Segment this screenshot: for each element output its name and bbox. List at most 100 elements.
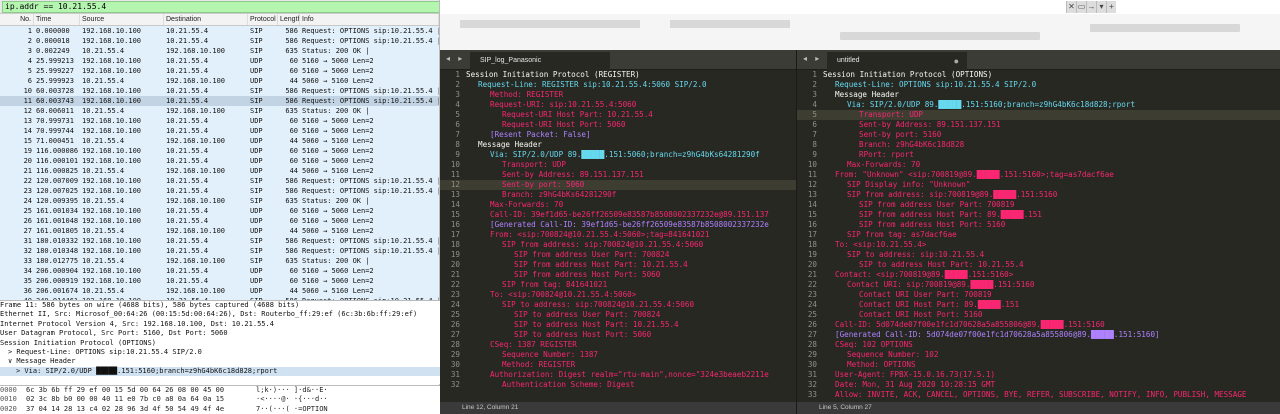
packet-cell: UDP — [250, 57, 263, 65]
packet-row[interactable]: 33 180.012775 10.21.55.4 192.168.10.100 SIP 6… — [0, 256, 439, 266]
detail-tree-item[interactable]: Frame 11: 586 bytes on wire (4688 bits),… — [0, 301, 440, 310]
tab-sip-log[interactable]: SIP_log_Panasonic — [470, 52, 610, 70]
tab-nav-arrows[interactable]: ◂ ▸ — [446, 54, 465, 64]
packet-row[interactable]: 21 116.000825 10.21.55.4 192.168.10.100 UDP 4… — [0, 166, 439, 176]
packet-row[interactable]: 20 116.000101 192.168.10.100 10.21.55.4 UDP 6… — [0, 156, 439, 166]
code-area[interactable]: 1 Session Initiation Protocol (OPTIONS) 2 R… — [797, 70, 1280, 402]
detail-tree-item[interactable]: User Datagram Protocol, Src Port: 5160, … — [0, 329, 440, 338]
line-number: 7 — [455, 130, 460, 139]
detail-tree-item[interactable]: Ethernet II, Src: Microsof_00:64:26 (00:… — [0, 310, 440, 319]
packet-cell: 10.21.55.4 — [166, 217, 209, 225]
line-text: SIP from address Host Part: 10.21.55.4 — [514, 260, 688, 269]
line-number: 16 — [807, 220, 817, 229]
filter-button-icon[interactable]: → — [1086, 1, 1096, 13]
packet-row[interactable]: 36 206.001674 10.21.55.4 192.168.10.100 UDP 4… — [0, 286, 439, 296]
packet-row[interactable]: 5 25.999227 192.168.10.100 10.21.55.4 UDP 60 5… — [0, 66, 439, 76]
line-text: From: <sip:700824@10.21.55.4:5060>;tag=8… — [490, 230, 710, 239]
packet-cell: 5160 → 5060 Len=2 — [302, 147, 374, 155]
detail-tree-item[interactable]: Session Initiation Protocol (OPTIONS) — [0, 339, 440, 348]
hex-row[interactable]: 0000 6c 3b 6b ff 29 ef 00 15 5d 00 64 26 … — [0, 386, 440, 395]
packet-row[interactable]: 15 71.000451 10.21.55.4 192.168.10.100 UDP 44… — [0, 136, 439, 146]
column-header[interactable]: Source — [80, 14, 164, 25]
detail-tree-item[interactable]: Internet Protocol Version 4, Src: 192.16… — [0, 320, 440, 329]
column-header[interactable]: Protocol — [248, 14, 278, 25]
packet-row[interactable]: 11 60.003743 192.168.10.100 10.21.55.4 SIP 58… — [0, 96, 439, 106]
hex-offset: 0020 — [0, 404, 17, 413]
code-area[interactable]: 1 Session Initiation Protocol (REGISTER) 2… — [440, 70, 796, 402]
filter-button-icon[interactable]: + — [1106, 1, 1116, 13]
packet-row[interactable]: 27 161.001805 10.21.55.4 192.168.10.100 UDP 4… — [0, 226, 439, 236]
line-text: SIP from tag: as7dacf6ae — [847, 230, 957, 239]
packet-row[interactable]: 6 25.999923 10.21.55.4 192.168.10.100 UDP 44 5… — [0, 76, 439, 86]
packet-row[interactable]: 26 161.001048 192.168.10.100 10.21.55.4 UDP 6… — [0, 216, 439, 226]
packet-cell: 44 — [289, 137, 298, 145]
packet-row[interactable]: 22 120.007009 192.168.10.100 10.21.55.4 SIP 5… — [0, 176, 439, 186]
column-header[interactable]: Length — [278, 14, 300, 25]
packet-row[interactable]: 35 206.000919 192.168.10.100 10.21.55.4 UDP 6… — [0, 276, 439, 286]
packet-row[interactable]: 14 70.999744 192.168.10.100 10.21.55.4 UDP 60… — [0, 126, 439, 136]
detail-tree-item[interactable]: > Via: SIP/2.0/UDP █████.151:5160;branch… — [0, 366, 440, 377]
code-line: 33 Allow: INVITE, ACK, CANCEL, OPTIONS, B… — [797, 390, 1280, 400]
packet-cell: SIP — [250, 247, 263, 255]
packet-row[interactable]: 4 25.999213 192.168.10.100 10.21.55.4 UDP 60 5… — [0, 56, 439, 66]
column-header[interactable]: Destination — [164, 14, 248, 25]
line-text: Request-Line: OPTIONS sip:10.21.55.4 SIP… — [835, 80, 1037, 89]
packet-cell: 10.21.55.4 — [82, 77, 125, 85]
editor-pane-right: ◂ ▸ untitled ● 1 Session Initiation Protoc… — [796, 50, 1280, 414]
column-header[interactable]: No. — [0, 14, 34, 25]
line-text: Request-URI Host Part: 10.21.55.4 — [502, 110, 653, 119]
display-filter-input[interactable]: ip.addr == 10.21.55.4 — [2, 1, 439, 13]
packet-bytes-pane[interactable]: 0000 6c 3b 6b ff 29 ef 00 15 5d 00 64 26 … — [0, 385, 440, 414]
line-number: 10 — [807, 160, 817, 169]
column-header[interactable]: Time — [34, 14, 80, 25]
packet-cell: 192.168.10.100 — [82, 207, 142, 215]
packet-row[interactable]: 12 60.006011 10.21.55.4 192.168.10.100 SIP 63… — [0, 106, 439, 116]
packet-cell: UDP — [250, 217, 263, 225]
packet-cell: 192.168.10.100 — [82, 157, 142, 165]
filter-button-icon[interactable]: ▾ — [1096, 1, 1106, 13]
line-text: CSeq: 1387 REGISTER — [490, 340, 577, 349]
filter-button-icon[interactable]: ▭ — [1076, 1, 1086, 13]
packet-cell: 10.21.55.4 — [166, 117, 209, 125]
code-line: 19 SIP from address User Part: 700824 — [440, 250, 796, 260]
packet-list[interactable]: 1 0.000000 192.168.10.100 10.21.55.4 SIP 586 R… — [0, 26, 439, 300]
packet-row[interactable]: 10 60.003728 192.168.10.100 10.21.55.4 SIP 58… — [0, 86, 439, 96]
packet-row[interactable]: 25 161.001034 192.168.10.100 10.21.55.4 UDP 6… — [0, 206, 439, 216]
packet-cell: UDP — [250, 167, 263, 175]
packet-cell: UDP — [250, 117, 263, 125]
code-line: 25 Contact URI Host Port: 5160 — [797, 310, 1280, 320]
unsaved-dot-icon[interactable]: ● — [954, 52, 959, 70]
line-text: [Generated Call-ID: 39ef1d65-be26ff26509… — [490, 220, 769, 229]
status-bar: Line 5, Column 27 — [797, 402, 1280, 414]
tab-bar: ◂ ▸ untitled ● — [797, 50, 1280, 70]
packet-row[interactable]: 23 120.007025 192.168.10.100 10.21.55.4 SIP 5… — [0, 186, 439, 196]
filter-button-icon[interactable]: ✕ — [1066, 1, 1076, 13]
packet-row[interactable]: 31 180.010332 192.168.10.100 10.21.55.4 SIP 5… — [0, 236, 439, 246]
line-text: Sent-by Address: 89.151.137.151 — [859, 120, 1001, 129]
hex-row[interactable]: 0020 37 04 14 28 13 c4 02 28 96 3d 4f 50 … — [0, 405, 440, 414]
column-header[interactable]: Info — [300, 14, 439, 25]
code-line: 18 SIP from address: sip:700824@10.21.55.… — [440, 240, 796, 250]
packet-row[interactable]: 19 116.000086 192.168.10.100 10.21.55.4 UDP 6… — [0, 146, 439, 156]
packet-row[interactable]: 3 0.002249 10.21.55.4 192.168.10.100 SIP 635 S… — [0, 46, 439, 56]
packet-row[interactable]: 32 180.010348 192.168.10.100 10.21.55.4 SIP 5… — [0, 246, 439, 256]
hex-row[interactable]: 0010 02 3c 8b b0 00 00 40 11 e0 7b c0 a8 … — [0, 395, 440, 404]
packet-details-pane[interactable]: Frame 11: 586 bytes on wire (4688 bits),… — [0, 300, 440, 384]
packet-row[interactable]: 2 0.000018 192.168.10.100 10.21.55.4 SIP 586 R… — [0, 36, 439, 46]
tab-nav-arrows[interactable]: ◂ ▸ — [803, 54, 822, 64]
packet-row[interactable]: 24 120.009395 10.21.55.4 192.168.10.100 SIP 6… — [0, 196, 439, 206]
packet-cell: UDP — [250, 277, 263, 285]
packet-row[interactable]: 34 206.000904 192.168.10.100 10.21.55.4 UDP 6… — [0, 266, 439, 276]
packet-row[interactable]: 1 0.000000 192.168.10.100 10.21.55.4 SIP 586 R… — [0, 26, 439, 36]
detail-tree-item[interactable]: > Request-Line: OPTIONS sip:10.21.55.4 S… — [0, 348, 440, 357]
packet-cell: 10.21.55.4 — [166, 237, 209, 245]
packet-cell: 44 — [289, 227, 298, 235]
packet-cell: 19 — [23, 147, 32, 155]
packet-cell: 120.007025 — [36, 187, 79, 195]
packet-cell: 116.000086 — [36, 147, 79, 155]
packet-cell: 60 — [289, 277, 298, 285]
packet-row[interactable]: 13 70.999731 192.168.10.100 10.21.55.4 UDP 60… — [0, 116, 439, 126]
detail-tree-item[interactable]: ∨ Message Header — [0, 357, 440, 366]
packet-cell: SIP — [250, 87, 263, 95]
tab-untitled[interactable]: untitled ● — [827, 52, 967, 70]
